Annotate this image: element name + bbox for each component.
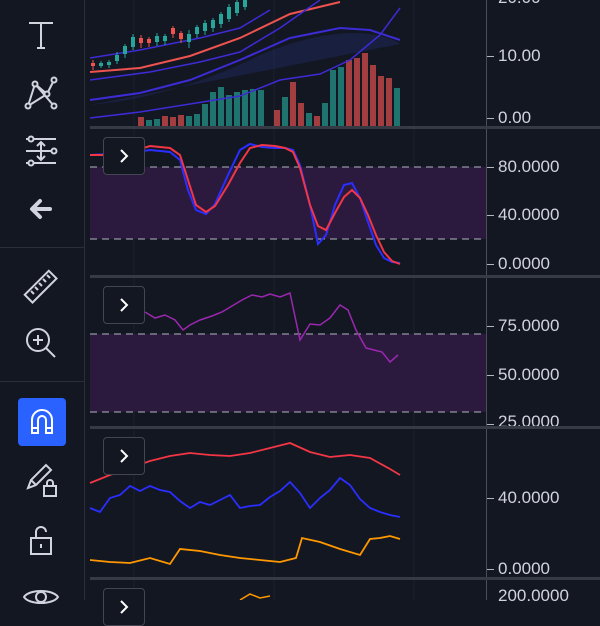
bottom-indicator-line [239, 593, 271, 600]
drawing-toolbar [0, 0, 85, 604]
ruler-tool-button[interactable] [14, 264, 68, 310]
toolbar-divider [0, 381, 84, 382]
axis-tick [487, 498, 494, 499]
volume-bar [314, 116, 320, 126]
eye-icon [22, 590, 60, 604]
rsi-axis-label: 75.0000 [498, 316, 560, 335]
magnet-tool-button[interactable] [18, 398, 66, 446]
volume-bar [178, 115, 184, 126]
volume-bar [186, 116, 192, 126]
minus-di-line [89, 476, 401, 518]
dmi-pane-toggle-button[interactable] [103, 437, 145, 475]
zoom-tool-button[interactable] [14, 320, 68, 366]
text-tool-button[interactable] [14, 12, 68, 58]
volume-bar [274, 110, 280, 126]
volume-bar [282, 97, 288, 126]
volume-bar [394, 88, 400, 126]
axis-tick [487, 167, 494, 168]
stochastic-band-fill [90, 167, 486, 239]
volume-bar [362, 53, 368, 126]
volume-bar [226, 95, 232, 126]
adx-line [89, 535, 401, 566]
hide-drawings-tool-button[interactable] [14, 574, 68, 620]
candlesticks [91, 0, 247, 70]
volume-bar [322, 103, 328, 126]
rsi-band-fill [90, 334, 486, 412]
dmi-axis-label: 0.0000 [498, 559, 550, 578]
volume-bar [386, 78, 392, 126]
chevron-right-icon [120, 600, 129, 614]
lock-drawings-tool-button[interactable] [14, 456, 68, 502]
xabcd-pattern-icon [24, 76, 58, 110]
volume-bar [170, 117, 176, 126]
axis-tick [487, 569, 494, 570]
axis-tick [487, 118, 494, 119]
pane-separator[interactable] [90, 426, 600, 429]
price-scale-border [486, 0, 487, 600]
bottom-axis-label: 200.0000 [498, 586, 569, 605]
price-axis-label: 10.00 [498, 46, 541, 65]
chevron-right-icon [120, 449, 129, 463]
stochastic-axis-label: 0.0000 [498, 254, 550, 273]
axis-tick [487, 264, 494, 265]
rsi-axis-label: 50.0000 [498, 365, 560, 384]
volume-bar [298, 103, 304, 126]
long-short-position-icon [26, 135, 58, 167]
volume-bar [210, 92, 216, 126]
axis-tick [487, 56, 494, 57]
chevron-right-icon [120, 298, 129, 312]
rsi-axis-label: 25.0000 [498, 412, 560, 426]
volume-bar [378, 76, 384, 126]
price-pane [89, 0, 401, 126]
chart-canvas[interactable] [85, 0, 600, 600]
volume-bar [138, 117, 144, 126]
bottom-pane [239, 593, 271, 600]
price-axis-label: 0.00 [498, 108, 532, 127]
volume-bar [290, 82, 296, 126]
toolbar-divider [0, 247, 84, 248]
volume-bar [346, 60, 352, 126]
stochastic-axis-label: 80.0000 [498, 157, 560, 176]
pane-separator[interactable] [90, 275, 600, 278]
axis-tick [487, 375, 494, 376]
volume-bar [330, 70, 336, 126]
stochastic-axis-label: 40.0000 [498, 205, 560, 224]
axis-tick [487, 424, 494, 425]
volume-bar [194, 114, 200, 126]
rsi-pane [90, 291, 486, 413]
volume-bar [338, 67, 344, 126]
position-tool-button[interactable] [14, 128, 68, 174]
pencil-lock-icon [26, 463, 57, 497]
volume-bar [258, 90, 264, 126]
text-icon [29, 22, 53, 49]
stochastic-pane-toggle-button[interactable] [103, 137, 145, 175]
dmi-axis-label: 40.0000 [498, 488, 560, 507]
volume-bar [370, 65, 376, 126]
magnet-icon [31, 409, 53, 434]
arrow-left-icon [30, 199, 52, 219]
axis-tick [487, 215, 494, 216]
zoom-in-icon [26, 328, 56, 358]
stochastic-pane [89, 142, 486, 265]
volume-bar [250, 89, 256, 126]
back-tool-button[interactable] [14, 186, 68, 232]
chevron-right-icon [120, 149, 129, 163]
axis-tick [487, 326, 494, 327]
rsi-pane-toggle-button[interactable] [103, 286, 145, 324]
lock-all-tool-button[interactable] [14, 516, 68, 562]
pattern-tool-button[interactable] [14, 70, 68, 116]
volume-bar [202, 104, 208, 126]
unlock-icon [30, 526, 52, 555]
bottom-pane-toggle-button[interactable] [103, 588, 145, 626]
volume-bar [154, 119, 160, 126]
ruler-icon [23, 269, 58, 304]
volume-bar [306, 113, 312, 126]
volume-bar [162, 116, 168, 126]
volume-bar [218, 87, 224, 126]
volume-bar [354, 58, 360, 126]
price-axis-label: 20.00 [498, 0, 541, 8]
